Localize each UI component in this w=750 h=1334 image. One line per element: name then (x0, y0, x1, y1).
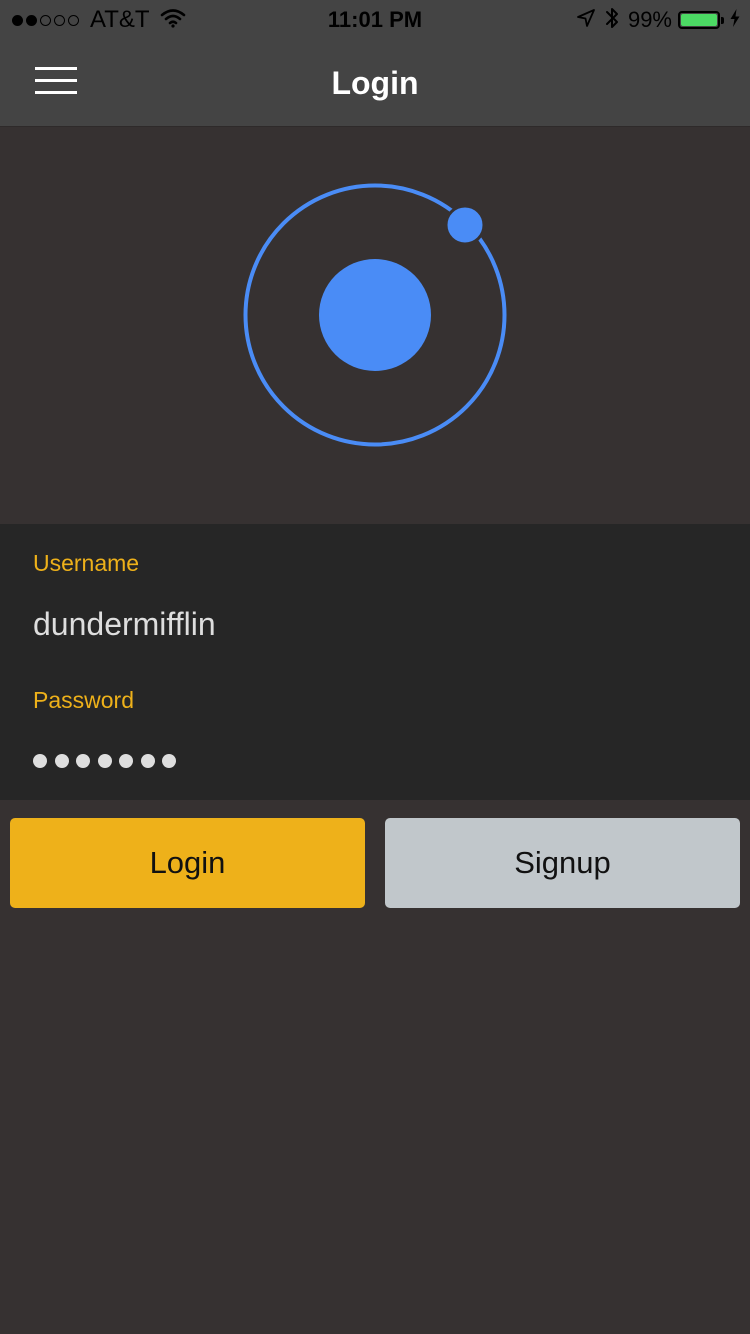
battery-tip (721, 17, 724, 24)
nav-header: Login (0, 40, 750, 127)
battery-icon (678, 11, 724, 29)
page-title: Login (331, 65, 419, 101)
password-mask-dot (54, 754, 69, 768)
ionic-logo-icon (243, 183, 507, 447)
battery-fill (681, 14, 717, 26)
bluetooth-icon (604, 6, 620, 35)
location-arrow-icon (576, 8, 596, 33)
battery-percentage: 99% (627, 7, 672, 32)
password-mask-dot (162, 754, 176, 768)
username-label: Username (33, 550, 140, 576)
password-input[interactable] (33, 735, 723, 785)
password-mask-dot (76, 754, 90, 768)
signup-button[interactable]: Signup (385, 818, 740, 908)
status-bar: AT&T 11:01 PM 99% (0, 0, 750, 40)
password-mask-dot (140, 754, 155, 768)
login-form: Username Password (0, 524, 750, 800)
password-mask-dot (119, 754, 133, 768)
password-mask-dot (97, 754, 112, 768)
login-button[interactable]: Login (10, 818, 365, 908)
login-screen: AT&T 11:01 PM 99% Login Username dunderm… (0, 0, 750, 1334)
logo-area (0, 127, 750, 524)
charging-bolt-icon (730, 8, 740, 32)
username-input[interactable] (33, 599, 723, 649)
password-mask-dot (33, 754, 47, 768)
status-right: 99% (576, 0, 740, 40)
password-label: Password (33, 687, 134, 713)
